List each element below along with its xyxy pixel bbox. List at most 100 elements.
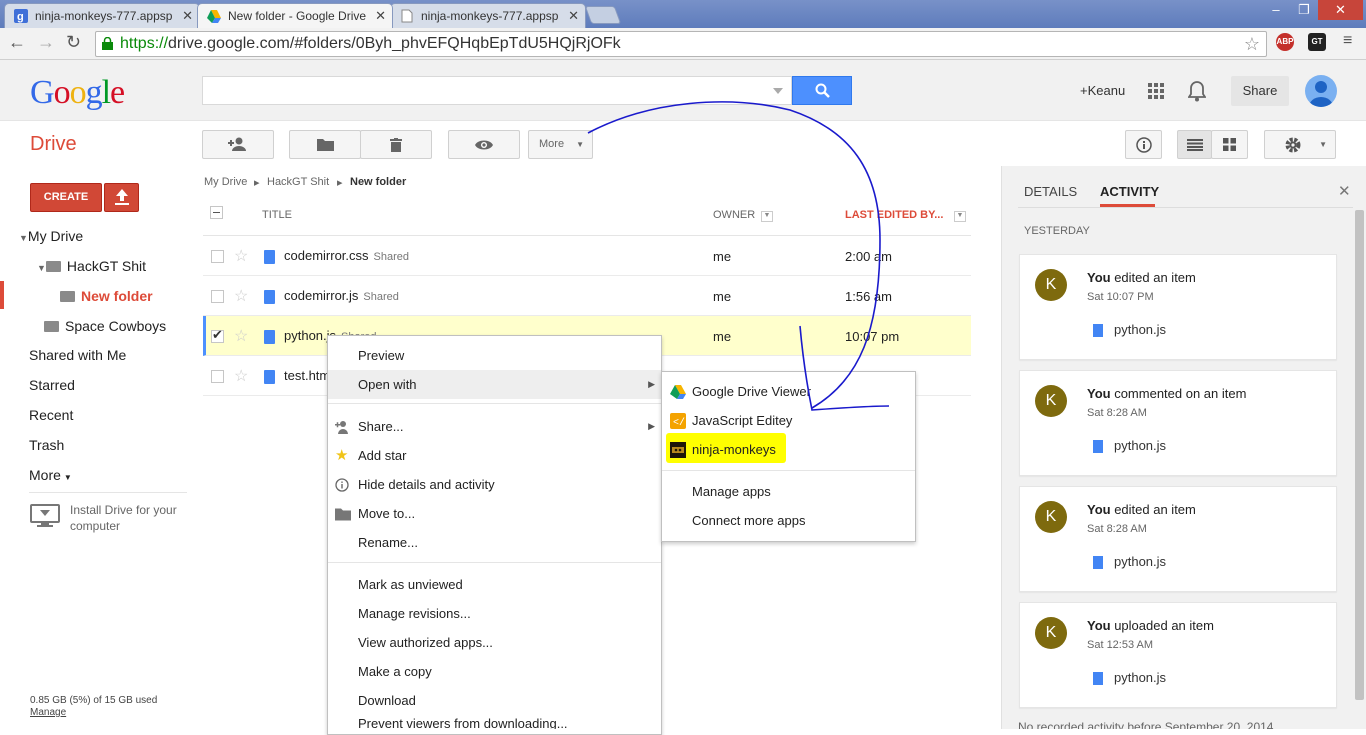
apps-grid-icon[interactable]	[1148, 83, 1164, 99]
select-all-checkbox[interactable]	[210, 206, 223, 219]
activity-card[interactable]: K You commented on an item Sat 8:28 AM p…	[1019, 370, 1337, 476]
menu-item-mark-unviewed[interactable]: Mark as unviewed	[328, 570, 661, 599]
google-logo[interactable]: Google	[30, 74, 125, 112]
share-people-button[interactable]	[202, 130, 274, 159]
app-javascript-editey[interactable]: </ JavaScript Editey	[662, 406, 915, 435]
app-ninja-monkeys[interactable]: ninja-monkeys	[662, 435, 915, 464]
close-tab-icon[interactable]: ✕	[182, 8, 193, 24]
user-profile-link[interactable]: +Keanu	[1080, 83, 1125, 98]
column-last-edited[interactable]: LAST EDITED BY...	[845, 209, 943, 221]
activity-file[interactable]: python.js	[1114, 438, 1166, 453]
activity-card[interactable]: K You edited an item Sat 8:28 AM python.…	[1019, 486, 1337, 592]
menu-item-preview[interactable]: Preview	[328, 341, 661, 370]
sidebar-item-shared-with-me[interactable]: Shared with Me	[29, 347, 126, 363]
browser-tab-3[interactable]: ninja-monkeys-777.appsp ✕	[390, 3, 586, 28]
menu-item-rename[interactable]: Rename...	[328, 528, 661, 557]
menu-item-make-copy[interactable]: Make a copy	[328, 657, 661, 686]
more-actions-button[interactable]: More ▼	[528, 130, 593, 159]
address-bar[interactable]: https://drive.google.com/#folders/0Byh_p…	[95, 31, 1267, 57]
menu-item-prevent-download[interactable]: Prevent viewers from downloading...	[328, 715, 661, 729]
tab-details[interactable]: DETAILS	[1024, 184, 1077, 199]
menu-item-open-with[interactable]: Open with ▶	[328, 370, 661, 399]
search-options-icon[interactable]	[773, 88, 783, 94]
table-row[interactable]: ☆ codemirror.css Shared me 2:00 am	[203, 236, 971, 276]
delete-button[interactable]	[360, 130, 432, 159]
activity-file[interactable]: python.js	[1114, 554, 1166, 569]
bookmark-star-icon[interactable]: ☆	[1244, 32, 1260, 56]
star-icon[interactable]: ☆	[234, 366, 248, 386]
row-checkbox[interactable]	[211, 290, 224, 303]
close-tab-icon[interactable]: ✕	[568, 8, 579, 24]
file-name[interactable]: codemirror.js	[284, 288, 358, 303]
grid-view-button[interactable]	[1211, 130, 1248, 159]
sidebar-item-my-drive[interactable]: ▼My Drive	[19, 228, 83, 244]
details-toggle-button[interactable]	[1125, 130, 1162, 159]
star-icon[interactable]: ☆	[234, 246, 248, 266]
menu-item-move-to[interactable]: Move to...	[328, 499, 661, 528]
app-google-drive-viewer[interactable]: Google Drive Viewer	[662, 377, 915, 406]
create-button[interactable]: CREATE	[30, 183, 102, 212]
table-row[interactable]: ☆ codemirror.js Shared me 1:56 am	[203, 276, 971, 316]
upload-button[interactable]	[104, 183, 139, 212]
tab-activity[interactable]: ACTIVITY	[1100, 184, 1159, 199]
menu-item-share[interactable]: Share... ▶	[328, 412, 661, 441]
forward-arrow-icon[interactable]: →	[37, 32, 55, 53]
sidebar-item-starred[interactable]: Starred	[29, 377, 75, 393]
star-icon[interactable]: ☆	[234, 286, 248, 306]
activity-card[interactable]: K You edited an item Sat 10:07 PM python…	[1019, 254, 1337, 360]
panel-scrollbar[interactable]	[1355, 210, 1364, 700]
file-name[interactable]: test.html	[284, 368, 333, 383]
activity-file[interactable]: python.js	[1114, 322, 1166, 337]
breadcrumb-my-drive[interactable]: My Drive	[204, 176, 247, 188]
row-checkbox-checked[interactable]: ✔	[211, 327, 224, 343]
reload-icon[interactable]: ↻	[66, 32, 81, 53]
minimize-icon[interactable]: ‒	[1264, 0, 1288, 20]
menu-item-add-star[interactable]: ★ Add star	[328, 441, 661, 470]
sidebar-item-hackgt[interactable]: ▼ HackGT Shit	[37, 258, 146, 274]
file-name[interactable]: codemirror.css	[284, 248, 369, 263]
menu-icon[interactable]: ≡	[1343, 32, 1352, 50]
move-to-folder-button[interactable]	[289, 130, 361, 159]
activity-file[interactable]: python.js	[1114, 670, 1166, 685]
chevron-down-icon[interactable]: ▼	[954, 211, 966, 222]
notifications-bell-icon[interactable]	[1188, 80, 1206, 102]
avatar[interactable]	[1305, 75, 1337, 107]
app-title[interactable]: Drive	[30, 133, 77, 156]
row-checkbox[interactable]	[211, 370, 224, 383]
menu-item-manage-apps[interactable]: Manage apps	[662, 477, 915, 506]
restore-icon[interactable]: ❐	[1292, 0, 1316, 20]
star-icon[interactable]: ☆	[234, 326, 248, 346]
menu-item-manage-revisions[interactable]: Manage revisions...	[328, 599, 661, 628]
menu-item-connect-more-apps[interactable]: Connect more apps	[662, 506, 915, 535]
search-button[interactable]	[792, 76, 852, 105]
install-drive-link[interactable]: Install Drive for your computer	[70, 502, 195, 534]
sidebar-item-more[interactable]: More ▼	[29, 467, 72, 483]
menu-item-download[interactable]: Download	[328, 686, 661, 715]
back-arrow-icon[interactable]: ←	[8, 32, 26, 53]
new-tab-button[interactable]	[584, 6, 622, 24]
row-checkbox[interactable]	[211, 250, 224, 263]
sidebar-item-recent[interactable]: Recent	[29, 407, 73, 423]
close-tab-icon[interactable]: ✕	[375, 8, 386, 24]
menu-item-hide-details[interactable]: Hide details and activity	[328, 470, 661, 499]
close-panel-icon[interactable]: ✕	[1338, 182, 1351, 200]
settings-button[interactable]: ▼	[1264, 130, 1336, 159]
browser-tab-1[interactable]: g ninja-monkeys-777.appsp ✕	[4, 3, 200, 28]
list-view-button[interactable]	[1177, 130, 1212, 159]
search-input[interactable]	[202, 76, 792, 105]
manage-storage-link[interactable]: Manage	[30, 707, 66, 718]
column-owner[interactable]: OWNER	[713, 209, 755, 221]
share-button[interactable]: Share	[1231, 76, 1289, 106]
gt-extension-icon[interactable]: GT	[1308, 33, 1326, 51]
browser-tab-2[interactable]: New folder - Google Drive ✕	[197, 3, 393, 28]
preview-button[interactable]	[448, 130, 520, 159]
sidebar-item-trash[interactable]: Trash	[29, 437, 64, 453]
window-close-icon[interactable]: ✕	[1318, 0, 1363, 20]
chevron-down-icon[interactable]: ▼	[761, 211, 773, 222]
menu-item-authorized-apps[interactable]: View authorized apps...	[328, 628, 661, 657]
breadcrumb-hackgt[interactable]: HackGT Shit	[267, 176, 329, 188]
sidebar-item-new-folder[interactable]: New folder	[60, 288, 153, 304]
activity-card[interactable]: K You uploaded an item Sat 12:53 AM pyth…	[1019, 602, 1337, 708]
column-title[interactable]: TITLE	[262, 209, 292, 221]
adblock-icon[interactable]: ABP	[1276, 33, 1294, 51]
